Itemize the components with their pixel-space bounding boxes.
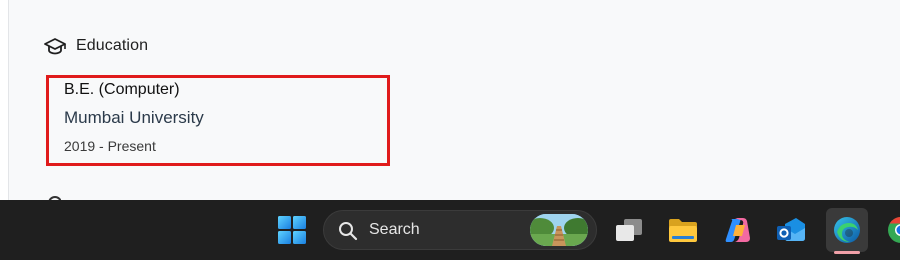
copilot-button[interactable] xyxy=(716,208,758,252)
search-label: Search xyxy=(369,221,420,238)
institution-name: Mumbai University xyxy=(64,108,204,127)
active-app-indicator xyxy=(834,251,860,254)
file-explorer-button[interactable] xyxy=(662,208,704,252)
outlook-icon xyxy=(776,216,806,244)
chrome-button[interactable] xyxy=(880,208,900,252)
education-period: 2019 - Present xyxy=(64,138,156,154)
search-icon xyxy=(338,221,358,246)
section-title: Education xyxy=(76,37,149,54)
edge-button[interactable] xyxy=(826,208,868,254)
graduation-cap-icon xyxy=(44,37,66,55)
windows-taskbar: Search xyxy=(0,200,900,260)
folder-icon xyxy=(668,217,698,243)
edge-icon xyxy=(832,215,862,245)
education-section-header: Education xyxy=(44,35,148,57)
windows-logo-icon xyxy=(277,215,307,245)
taskbar-search-box[interactable]: Search xyxy=(323,210,597,250)
profile-page: Education B.E. (Computer) Mumbai Univers… xyxy=(0,0,900,200)
copilot-icon xyxy=(722,216,752,244)
search-highlight-image xyxy=(530,214,588,246)
outlook-button[interactable] xyxy=(770,208,812,252)
task-view-icon xyxy=(614,217,644,243)
degree-title: B.E. (Computer) xyxy=(64,81,180,98)
chrome-icon xyxy=(886,215,900,245)
task-view-button[interactable] xyxy=(608,208,650,252)
left-panel-edge xyxy=(0,0,9,200)
start-button[interactable] xyxy=(271,208,313,252)
